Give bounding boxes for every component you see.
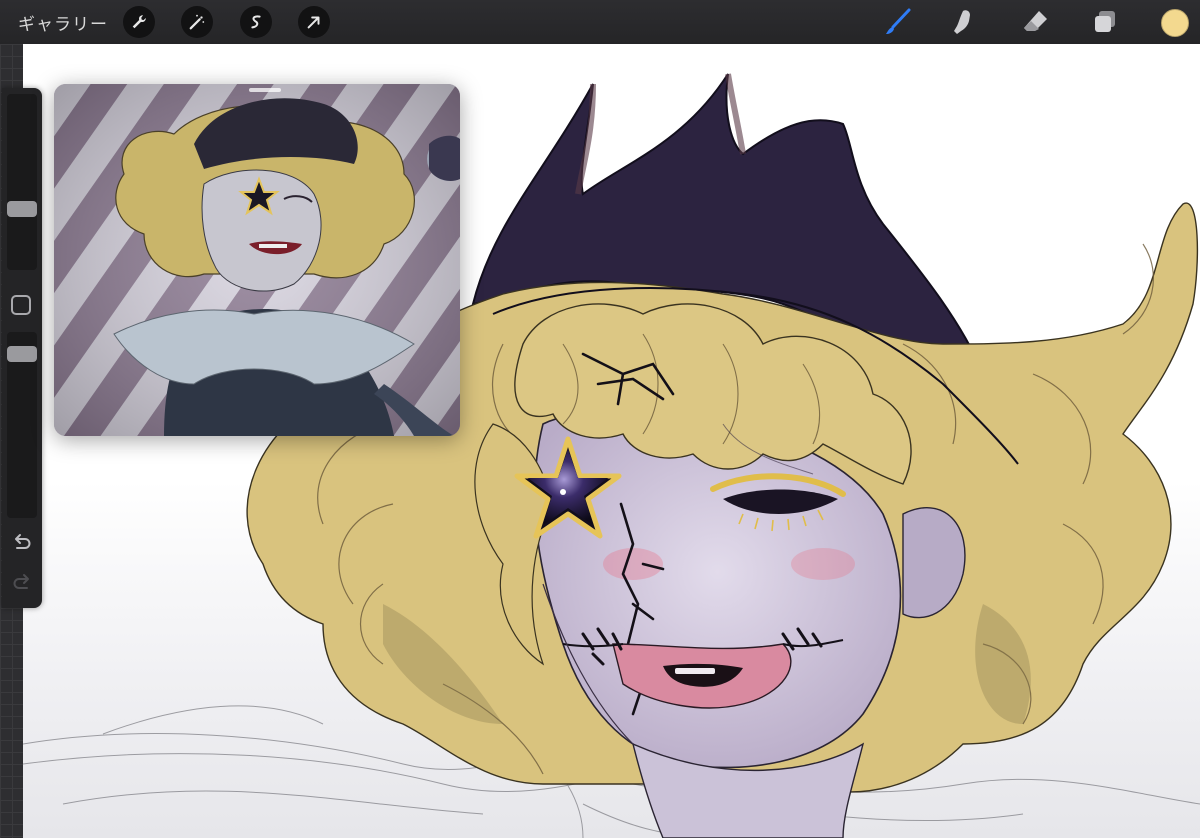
- smudge-tool[interactable]: [946, 4, 982, 40]
- smudge-icon: [954, 10, 970, 35]
- color-swatch[interactable]: [1161, 9, 1189, 37]
- actions-button[interactable]: [123, 6, 155, 38]
- reference-window-handle[interactable]: [249, 88, 281, 92]
- selection-button[interactable]: [240, 6, 272, 38]
- adjustments-button[interactable]: [181, 6, 213, 38]
- undo-icon[interactable]: [11, 532, 33, 554]
- layers-icon: [1095, 11, 1115, 32]
- transform-arrow-icon: [307, 16, 320, 29]
- brush-tool[interactable]: [880, 4, 916, 40]
- brush-opacity-thumb[interactable]: [7, 346, 37, 362]
- eraser-tool[interactable]: [1018, 4, 1054, 40]
- magic-wand-icon: [189, 14, 205, 30]
- brush-icon: [886, 8, 911, 34]
- modify-button[interactable]: [11, 295, 31, 315]
- brush-sidebar: [2, 88, 42, 608]
- eraser-icon: [1024, 11, 1047, 31]
- gallery-button[interactable]: ギャラリー: [18, 10, 108, 35]
- top-toolbar: ギャラリー: [0, 0, 1200, 44]
- transform-button[interactable]: [298, 6, 330, 38]
- layers-tool[interactable]: [1087, 4, 1123, 40]
- wrench-icon: [132, 15, 146, 29]
- reference-image: [54, 84, 460, 436]
- brush-opacity-slider[interactable]: [7, 332, 37, 518]
- brush-size-slider[interactable]: [7, 94, 37, 270]
- reference-window[interactable]: [54, 84, 460, 436]
- selection-icon: [251, 15, 261, 29]
- brush-size-thumb[interactable]: [7, 201, 37, 217]
- redo-icon[interactable]: [11, 572, 33, 594]
